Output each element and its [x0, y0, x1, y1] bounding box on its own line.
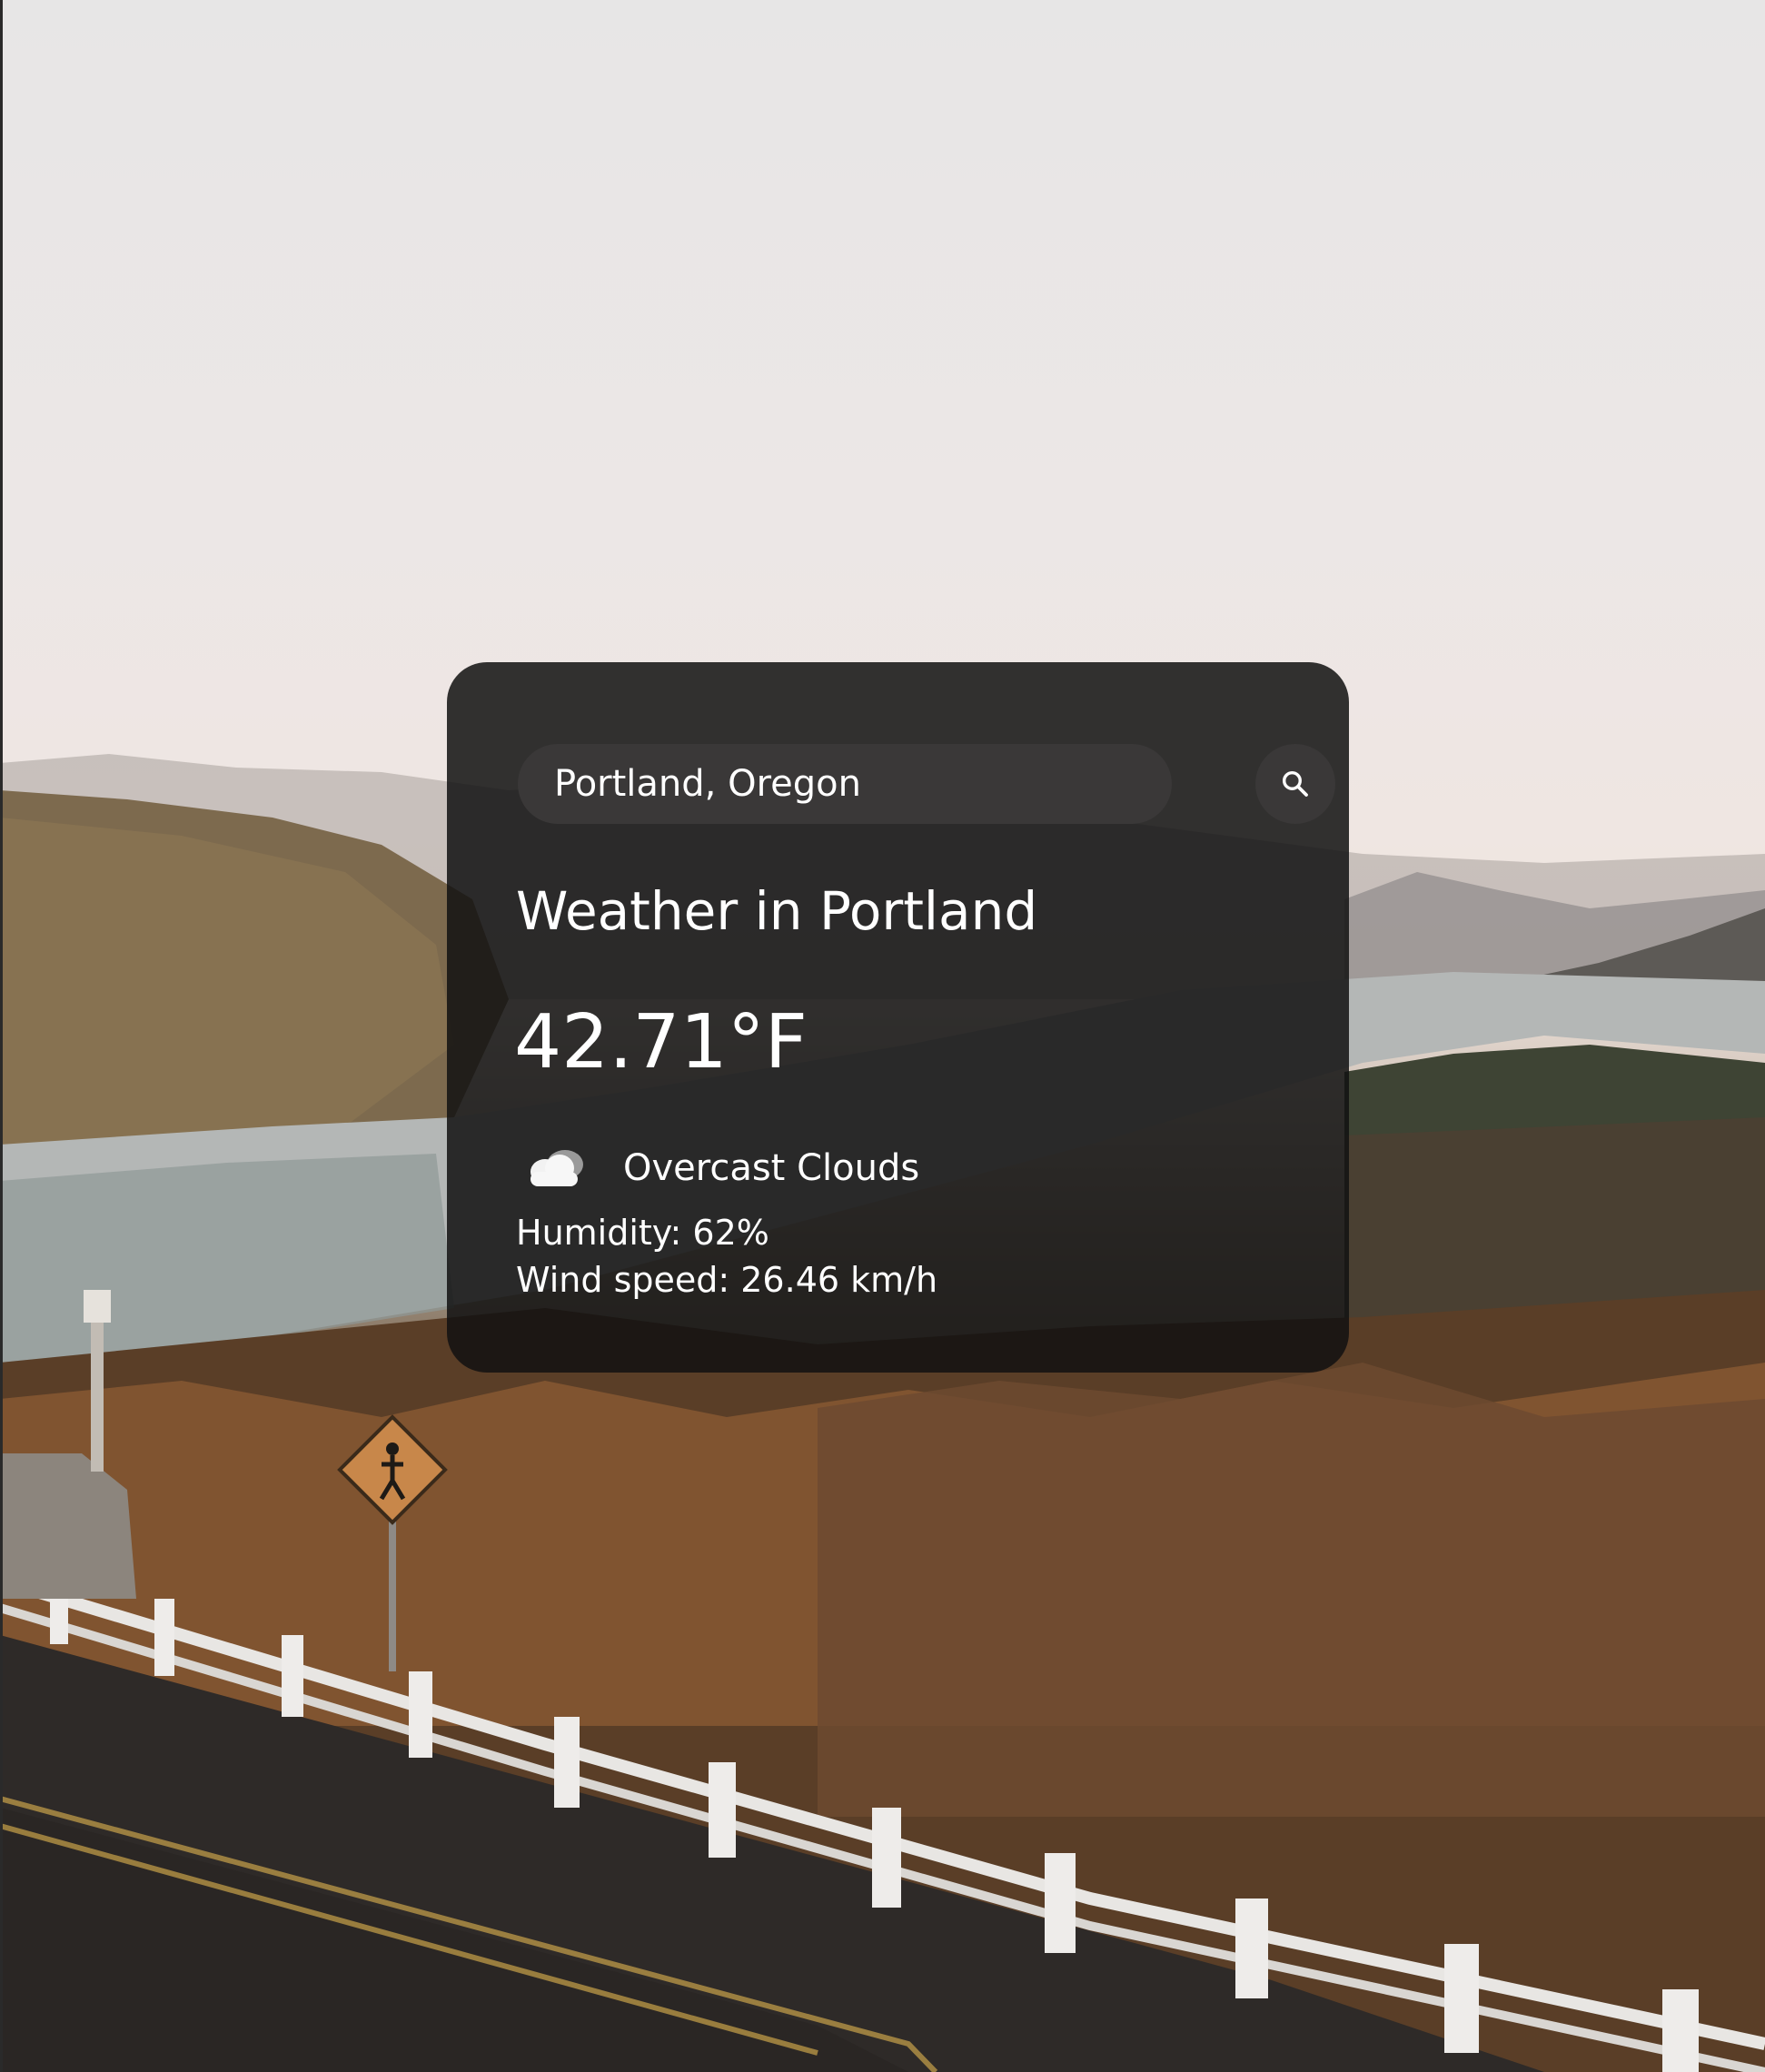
- city-search-input[interactable]: [518, 744, 1172, 824]
- search-icon: [1282, 770, 1308, 797]
- search-bar: [518, 744, 1335, 824]
- page: Weather in Portland 42.71°F Overcast Clo…: [0, 0, 1765, 2072]
- weather-title: Weather in Portland: [516, 880, 1038, 942]
- search-button[interactable]: [1255, 744, 1335, 824]
- window-edge: [0, 0, 3, 2072]
- weather-card: Weather in Portland 42.71°F Overcast Clo…: [447, 662, 1349, 1373]
- weather-condition: Overcast Clouds: [518, 1136, 919, 1200]
- humidity-text: Humidity: 62%: [516, 1213, 769, 1253]
- cloud-icon: [518, 1141, 590, 1195]
- temperature-value: 42.71°F: [514, 999, 808, 1086]
- condition-label: Overcast Clouds: [623, 1147, 920, 1189]
- wind-speed-text: Wind speed: 26.46 km/h: [516, 1260, 938, 1300]
